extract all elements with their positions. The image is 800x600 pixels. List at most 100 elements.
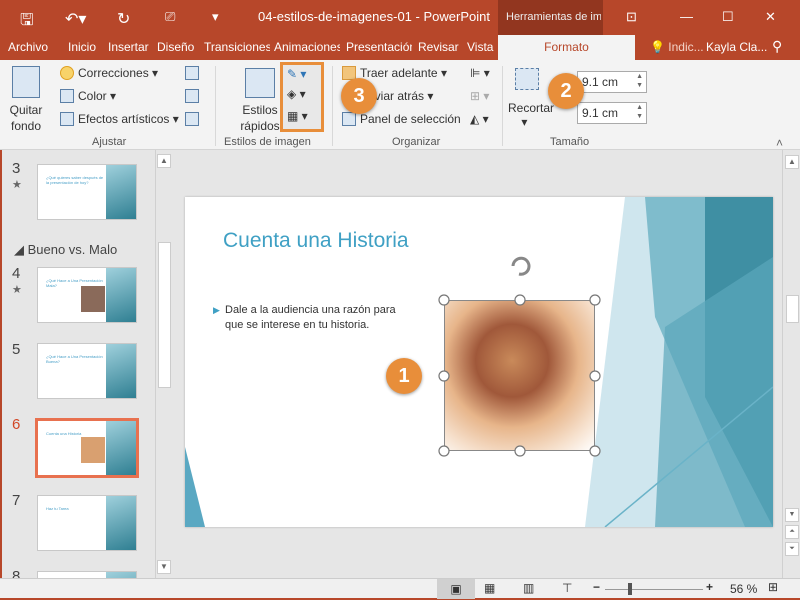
scroll-down-button[interactable]: ▼: [157, 560, 171, 574]
rotate-button[interactable]: ◭ ▾: [470, 112, 489, 126]
scroll-down-button[interactable]: ▼: [785, 508, 799, 522]
normal-view-button[interactable]: ▣: [437, 579, 475, 599]
slide-thumbnail-6[interactable]: Cuenta una Historia: [35, 418, 139, 478]
document-title: 04-estilos-de-imagenes-01 - PowerPoint: [258, 9, 490, 24]
tab-formato[interactable]: Formato: [498, 35, 635, 60]
color-button[interactable]: Color ▾: [78, 89, 116, 103]
picture-style-highlight: ✎ ▾ ◈ ▾ ▦ ▾: [280, 62, 324, 132]
zoom-slider[interactable]: [605, 589, 703, 590]
corrections-icon: [60, 66, 74, 80]
picture-border-button[interactable]: ✎ ▾: [287, 67, 306, 81]
close-button[interactable]: ✕: [765, 9, 776, 25]
estilos-rapidos-button[interactable]: Estilos rápidos: [236, 102, 284, 134]
user-name[interactable]: Kayla Cla...: [706, 40, 767, 54]
slide-number: 5: [12, 341, 21, 358]
save-icon[interactable]: 🖫: [20, 9, 34, 36]
customize-toolbar-icon[interactable]: ▾: [212, 9, 219, 25]
reading-view-button[interactable]: ▥: [523, 581, 534, 595]
slideshow-button[interactable]: ⊤: [562, 581, 572, 595]
slide-number: 7: [12, 492, 21, 509]
tab-transiciones[interactable]: Transiciones: [204, 40, 270, 54]
animation-star-icon: ★: [12, 179, 22, 191]
scroll-thumb[interactable]: [158, 242, 171, 388]
group-label-tamano: Tamaño: [550, 136, 590, 148]
scroll-up-button[interactable]: ▲: [785, 155, 799, 169]
slide-thumbnail-panel: 3 ★ ¿Qué quieres saber después de la pre…: [0, 150, 172, 578]
group-button[interactable]: ⊞ ▾: [470, 89, 489, 103]
scroll-up-button[interactable]: ▲: [157, 154, 171, 168]
group-label-ajustar: Ajustar: [92, 136, 127, 148]
slide-thumbnail-7[interactable]: Haz tu Tarea: [37, 495, 137, 551]
animation-star-icon: ★: [12, 284, 22, 296]
maximize-button[interactable]: ☐: [722, 9, 734, 25]
callout-3: 3: [341, 78, 377, 114]
tab-vista[interactable]: Vista: [467, 40, 493, 54]
bullet-arrow-icon: ▶: [213, 305, 220, 315]
remove-background-icon: [12, 66, 40, 98]
change-picture-icon[interactable]: [185, 89, 199, 103]
slide-thumbnail-8[interactable]: [37, 571, 137, 578]
correcciones-button[interactable]: Correcciones ▾: [78, 66, 158, 80]
section-header[interactable]: ◢ Bueno vs. Malo: [14, 242, 117, 258]
context-tools-label: Herramientas de imag: [498, 0, 603, 35]
artistic-effects-icon: [60, 112, 74, 126]
selection-pane-icon: [342, 112, 356, 126]
callout-2: 2: [548, 73, 584, 109]
panel-scrollbar[interactable]: ▲ ▼: [155, 150, 172, 578]
height-input[interactable]: 9.1 cm ▲ ▼: [577, 71, 647, 93]
main-scrollbar[interactable]: ▲ ▼ ⏶ ⏷: [782, 150, 800, 578]
next-slide-button[interactable]: ⏷: [785, 542, 799, 556]
tab-archivo[interactable]: Archivo: [8, 40, 48, 54]
tab-revisar[interactable]: Revisar: [418, 40, 459, 54]
ribbon: Quitar fondo Correcciones ▾ Color ▾ Efec…: [0, 60, 800, 150]
share-icon[interactable]: ⚲: [772, 38, 782, 55]
picture-layout-button[interactable]: ▦ ▾: [287, 109, 308, 123]
compress-pictures-icon[interactable]: [185, 66, 199, 80]
traer-adelante-button[interactable]: Traer adelante ▾: [360, 66, 447, 80]
title-bar: 🖫 ↶▾ ↻ ⎚ ▾ 04-estilos-de-imagenes-01 - P…: [0, 0, 800, 35]
selection-handles[interactable]: [435, 252, 605, 462]
zoom-slider-thumb[interactable]: [628, 583, 633, 595]
tab-animaciones[interactable]: Animaciones: [274, 40, 340, 54]
scroll-thumb[interactable]: [786, 295, 799, 323]
collapse-ribbon-icon[interactable]: ˄: [776, 136, 783, 150]
zoom-in-button[interactable]: +: [706, 580, 713, 594]
tab-insertar[interactable]: Insertar: [108, 40, 149, 54]
ribbon-display-icon[interactable]: ⊡: [626, 9, 637, 25]
tab-inicio[interactable]: Inicio: [68, 40, 96, 54]
slide-thumbnail-3[interactable]: ¿Qué quieres saber después de la present…: [37, 164, 137, 220]
efectos-artisticos-button[interactable]: Efectos artísticos ▾: [78, 112, 179, 126]
undo-icon[interactable]: ↶▾: [65, 9, 86, 29]
minimize-button[interactable]: —: [680, 9, 693, 24]
ribbon-tabs: Archivo Inicio Insertar Diseño Transicio…: [0, 35, 800, 60]
previous-slide-button[interactable]: ⏶: [785, 525, 799, 539]
slide-sorter-button[interactable]: ▦: [484, 581, 495, 595]
crop-icon: [515, 68, 539, 90]
tab-diseno[interactable]: Diseño: [157, 40, 194, 54]
quitar-fondo-button[interactable]: Quitar fondo: [8, 102, 44, 134]
slide-thumbnail-4[interactable]: ¿Qué Hace a Una Presentación Mala?: [37, 267, 137, 323]
color-icon: [60, 89, 74, 103]
quick-styles-icon: [245, 68, 275, 98]
callout-1: 1: [386, 358, 422, 394]
panel-seleccion-button[interactable]: Panel de selección: [360, 112, 461, 126]
width-input[interactable]: 9.1 cm ▲ ▼: [577, 102, 647, 124]
slide-thumbnail-5[interactable]: ¿Qué Hace a Una Presentación Buena?: [37, 343, 137, 399]
slide-number: 3: [12, 160, 21, 177]
zoom-level[interactable]: 56 %: [730, 582, 757, 596]
slide-canvas: Cuenta una Historia ▶ Dale a la audienci…: [185, 197, 773, 527]
slide-number-selected: 6: [12, 416, 21, 433]
fit-to-window-button[interactable]: ⊞: [768, 580, 778, 594]
slide-title[interactable]: Cuenta una Historia: [223, 229, 409, 253]
tell-me-search[interactable]: 💡 Indic...: [650, 40, 704, 54]
status-bar: ▣ ▦ ▥ ⊤ − + 56 % ⊞: [0, 578, 800, 600]
reset-picture-icon[interactable]: [185, 112, 199, 126]
present-icon[interactable]: ⎚: [165, 9, 175, 25]
zoom-out-button[interactable]: −: [593, 580, 600, 594]
align-button[interactable]: ⊫ ▾: [470, 66, 490, 80]
tab-presentacion[interactable]: Presentación: [346, 40, 412, 54]
picture-effects-button[interactable]: ◈ ▾: [287, 87, 306, 101]
slide-bullet[interactable]: ▶ Dale a la audiencia una razón para que…: [213, 303, 415, 333]
recortar-button[interactable]: Recortar ▾: [508, 101, 554, 129]
redo-icon[interactable]: ↻: [117, 9, 130, 29]
